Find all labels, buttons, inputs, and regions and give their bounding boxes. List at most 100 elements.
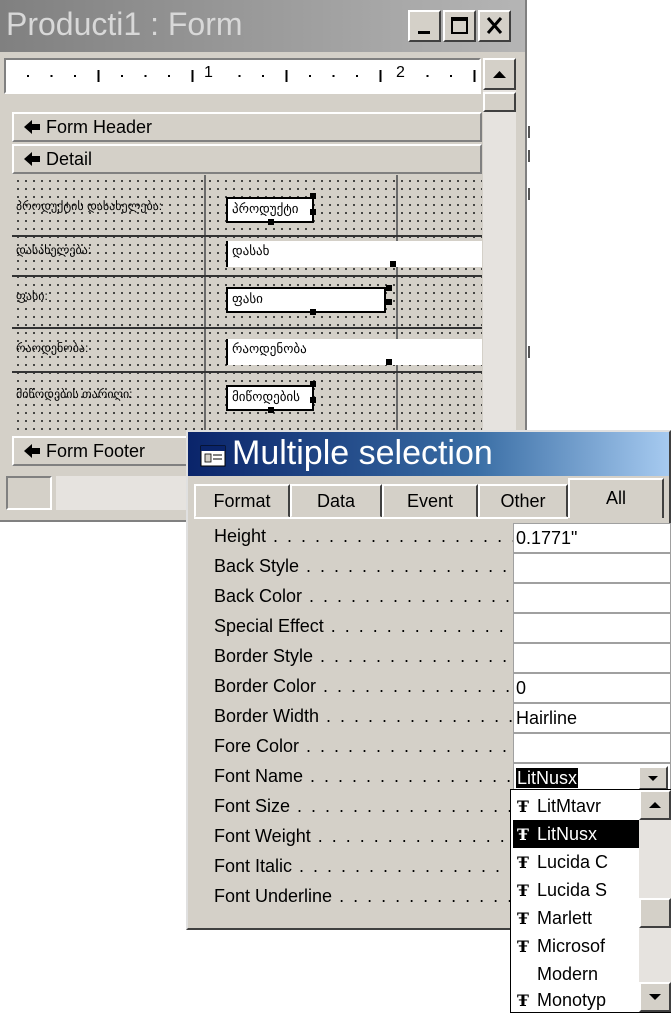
font-dropdown-list[interactable]: Ŧ LitMtavr Ŧ LitNusx Ŧ Lucida C Ŧ Lucida S Ŧ…: [510, 789, 671, 1013]
font-option[interactable]: Ŧ Lucida C: [513, 848, 639, 876]
truetype-icon: Ŧ: [517, 991, 529, 1010]
row-line: [12, 371, 482, 373]
truetype-icon: Ŧ: [517, 937, 529, 956]
property-row-height[interactable]: Height . . . . . . . . . . . . . . . . .…: [214, 523, 671, 553]
tab-all[interactable]: All: [568, 478, 664, 518]
resize-handle[interactable]: [310, 209, 316, 215]
font-option[interactable]: Ŧ Marlett: [513, 904, 639, 932]
property-row-back-style[interactable]: Back Style . . . . . . . . . . . . . . .…: [214, 553, 671, 583]
field-textbox[interactable]: რაოდენობა: [226, 339, 482, 365]
resize-handle[interactable]: [310, 193, 316, 199]
resize-handle[interactable]: [310, 381, 316, 387]
property-row-back-color[interactable]: Back Color . . . . . . . . . . . . . . .…: [214, 583, 671, 613]
scroll-down-button[interactable]: [639, 982, 671, 1012]
dropdown-button[interactable]: [638, 766, 668, 790]
property-name: Font Size: [214, 796, 291, 816]
tab-panel-edge: [194, 517, 568, 519]
field-row: პროდუქტის დასახელება: პროდუქტი: [12, 193, 482, 225]
property-value[interactable]: [513, 733, 671, 763]
section-arrow-icon: [24, 120, 40, 134]
property-name: Font Underline: [214, 886, 333, 906]
field-label[interactable]: მიწოდების თარიღი:: [16, 387, 194, 409]
font-option-selected[interactable]: Ŧ LitNusx: [513, 820, 639, 848]
row-line: [12, 275, 482, 277]
property-value[interactable]: [513, 613, 671, 643]
field-textbox[interactable]: ფასი: [226, 287, 386, 313]
property-name: Border Style: [214, 646, 314, 666]
field-label[interactable]: პროდუქტის დასახელება:: [16, 199, 194, 221]
close-button[interactable]: [478, 10, 511, 42]
form-header-section-bar[interactable]: Form Header: [12, 112, 482, 142]
truetype-icon: Ŧ: [517, 797, 529, 816]
form-footer-label: Form Footer: [46, 441, 146, 461]
section-arrow-icon: [24, 444, 40, 458]
property-value[interactable]: 0: [513, 673, 671, 703]
property-row-border-style[interactable]: Border Style . . . . . . . . . . . . . .…: [214, 643, 671, 673]
scroll-thumb[interactable]: [483, 92, 516, 112]
property-row-special-effect[interactable]: Special Effect . . . . . . . . . . . . .…: [214, 613, 671, 643]
font-option[interactable]: Ŧ Microsof: [513, 932, 639, 960]
property-value[interactable]: Hairline: [513, 703, 671, 733]
resize-handle[interactable]: [268, 219, 274, 225]
maximize-icon: [451, 17, 468, 34]
form-window-titlebar[interactable]: Producti1 : Form: [0, 0, 525, 52]
property-name: Back Style: [214, 556, 300, 576]
minimize-icon: [418, 31, 430, 34]
background-mark: [528, 150, 530, 162]
font-name-value: LitNusx: [516, 768, 579, 788]
resize-handle[interactable]: [386, 299, 392, 305]
property-name: Font Italic: [214, 856, 293, 876]
property-name: Border Color: [214, 676, 317, 696]
record-selector[interactable]: [6, 476, 52, 510]
resize-handle[interactable]: [310, 309, 316, 315]
arrow-up-icon: [649, 802, 661, 808]
field-textbox[interactable]: დასახ: [226, 241, 482, 267]
property-value[interactable]: [513, 553, 671, 583]
maximize-button[interactable]: [443, 10, 476, 42]
detail-section-grid[interactable]: პროდუქტის დასახელება: პროდუქტი დასახელებ…: [12, 175, 482, 431]
scroll-up-button[interactable]: [483, 58, 516, 90]
scroll-thumb[interactable]: [639, 898, 671, 928]
ruler-mark-1: 1: [204, 64, 213, 81]
resize-handle[interactable]: [390, 261, 396, 267]
ruler-mark-2: 2: [396, 64, 405, 81]
tab-event[interactable]: Event: [382, 484, 478, 518]
vertical-scrollbar[interactable]: [483, 58, 516, 446]
property-row-border-color[interactable]: Border Color . . . . . . . . . . . . . .…: [214, 673, 671, 703]
background-mark: [528, 188, 530, 200]
font-option[interactable]: Ŧ Monotyp: [513, 986, 639, 1014]
resize-handle[interactable]: [386, 285, 392, 291]
property-value[interactable]: [513, 583, 671, 613]
field-label[interactable]: რაოდენობა:: [16, 341, 194, 363]
detail-section-bar[interactable]: Detail: [12, 144, 482, 174]
font-option[interactable]: Ŧ LitMtavr: [513, 792, 639, 820]
section-arrow-icon: [24, 152, 40, 166]
arrow-down-icon: [649, 994, 661, 1000]
property-value[interactable]: 0.1771": [513, 523, 671, 553]
horizontal-ruler: 1 2: [4, 58, 481, 94]
property-value[interactable]: [513, 643, 671, 673]
resize-handle[interactable]: [310, 397, 316, 403]
property-row-fore-color[interactable]: Fore Color . . . . . . . . . . . . . . .…: [214, 733, 671, 763]
resize-handle[interactable]: [268, 407, 274, 413]
tab-data[interactable]: Data: [290, 484, 382, 518]
property-row-border-width[interactable]: Border Width . . . . . . . . . . . . . .…: [214, 703, 671, 733]
tab-other[interactable]: Other: [478, 484, 568, 518]
scroll-up-button[interactable]: [639, 790, 671, 820]
truetype-icon: Ŧ: [517, 853, 529, 872]
font-option[interactable]: Ŧ Lucida S: [513, 876, 639, 904]
field-row: დასახელება: დასახ: [12, 241, 482, 267]
resize-handle[interactable]: [386, 359, 392, 365]
form-window-title: Producti1 : Form: [6, 6, 243, 42]
field-label[interactable]: ფასი:: [16, 289, 194, 311]
minimize-button[interactable]: [408, 10, 441, 42]
close-icon: [486, 17, 503, 34]
property-sheet-titlebar[interactable]: Multiple selection: [188, 432, 669, 476]
property-name: Border Width: [214, 706, 320, 726]
font-list-scrollbar[interactable]: [639, 790, 671, 1012]
truetype-icon: Ŧ: [517, 825, 529, 844]
tab-format[interactable]: Format: [194, 484, 290, 518]
property-name: Fore Color: [214, 736, 300, 756]
property-name: Height: [214, 526, 267, 546]
field-label[interactable]: დასახელება:: [16, 243, 194, 265]
